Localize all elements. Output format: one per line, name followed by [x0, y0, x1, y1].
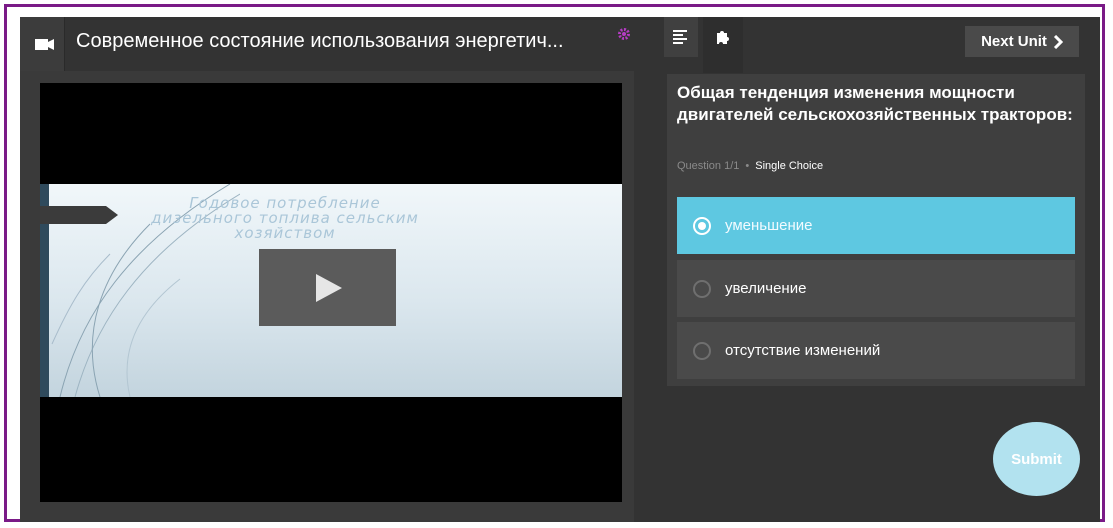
slide-frame: Годовое потребление дизельного топлива с…: [40, 184, 622, 397]
radio-selected-icon[interactable]: [693, 216, 711, 235]
answer-option-label: уменьшение: [725, 217, 813, 234]
meta-separator: •: [745, 160, 750, 172]
answer-option[interactable]: увеличение: [677, 260, 1075, 317]
video-panel: Годовое потребление дизельного топлива с…: [20, 71, 634, 522]
question-type: Single Choice: [755, 160, 824, 172]
video-camera-icon: [35, 39, 54, 50]
radio-icon[interactable]: [693, 279, 711, 298]
next-unit-label: Next Unit: [981, 33, 1047, 50]
chevron-right-icon: [1053, 34, 1063, 49]
answer-option-label: увеличение: [725, 280, 807, 297]
video-player[interactable]: Годовое потребление дизельного топлива с…: [40, 83, 622, 502]
text-unit-tab[interactable]: [664, 17, 698, 57]
answer-option-label: отсутствие изменений: [725, 342, 881, 359]
course-player: Современное состояние использования энер…: [20, 17, 1100, 522]
question-text: Общая тенденция изменения мощности двига…: [677, 83, 1073, 124]
unit-title: Современное состояние использования энер…: [76, 30, 564, 52]
video-unit-tab[interactable]: [20, 17, 65, 71]
play-button[interactable]: [259, 249, 396, 326]
quiz-unit-tab[interactable]: [703, 17, 743, 73]
question-progress: Question 1/1: [677, 160, 740, 172]
play-icon: [316, 274, 342, 302]
question-meta: Question 1/1 • Single Choice: [677, 160, 823, 172]
answer-option[interactable]: отсутствие изменений: [677, 322, 1075, 379]
quiz-panel: Общая тенденция изменения мощности двига…: [667, 74, 1085, 386]
list-icon: [673, 30, 687, 44]
slide-title: Годовое потребление дизельного топлива с…: [151, 194, 419, 242]
top-bar: Современное состояние использования энер…: [20, 17, 1100, 73]
puzzle-icon: [717, 31, 729, 44]
gear-icon: [618, 28, 630, 40]
slide-arrow: [40, 206, 118, 224]
answer-option[interactable]: уменьшение: [677, 197, 1075, 254]
next-unit-button[interactable]: Next Unit: [965, 26, 1079, 57]
submit-button[interactable]: Submit: [993, 422, 1080, 496]
radio-icon[interactable]: [693, 341, 711, 360]
